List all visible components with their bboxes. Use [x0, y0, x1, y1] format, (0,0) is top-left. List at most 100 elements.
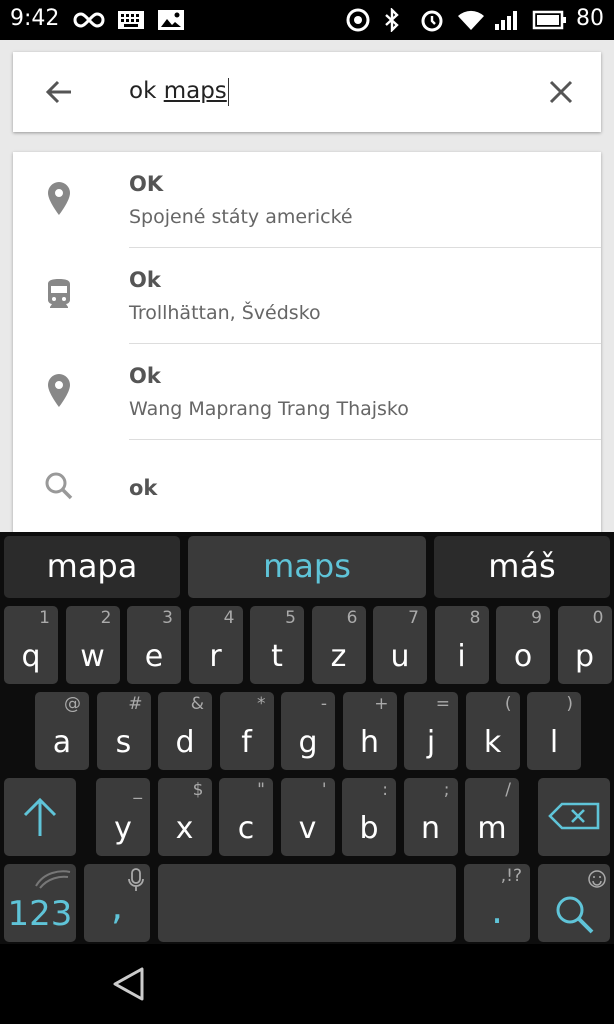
key-j[interactable]: = j [404, 692, 458, 770]
key-label: s [115, 725, 132, 760]
key-alt-label: ( [504, 694, 512, 714]
nav-back-icon[interactable] [110, 966, 146, 1002]
backspace-key[interactable] [538, 778, 610, 856]
arrow-up-icon [23, 797, 57, 836]
key-u[interactable]: 7u [373, 606, 427, 684]
key-label: j [426, 725, 436, 760]
key-alt-label: / [505, 780, 511, 800]
key-label: d [175, 725, 195, 760]
key-i[interactable]: 8i [434, 606, 489, 684]
suggestion-item[interactable]: ok [13, 440, 601, 532]
signal-icon [495, 11, 517, 30]
key-label: f [241, 725, 252, 760]
word-suggestion-selected[interactable]: maps [188, 536, 426, 598]
key-q[interactable]: 1q [4, 606, 58, 684]
key-label: y [114, 811, 132, 846]
query-composing-text: maps [163, 78, 227, 104]
key-b[interactable]: :b [342, 778, 396, 856]
suggestion-subtitle: Wang Maprang Trang Thajsko [129, 398, 409, 420]
key-p[interactable]: 0p [557, 606, 612, 684]
period-key-label: . [490, 888, 504, 932]
close-icon[interactable] [545, 76, 577, 108]
key-label: n [420, 811, 440, 846]
battery-percent: 80 [576, 6, 604, 31]
key-d[interactable]: & d [158, 692, 212, 770]
key-n[interactable]: ; n [403, 778, 458, 856]
word-suggestion[interactable]: mapa [4, 536, 180, 598]
infinity-icon [73, 12, 105, 28]
place-icon [48, 374, 70, 407]
search-key[interactable] [538, 864, 610, 942]
comma-key[interactable]: , [84, 864, 150, 942]
suggestion-title: OK [129, 172, 164, 196]
key-label: z [330, 639, 347, 674]
key-v[interactable]: ' v [280, 778, 335, 856]
key-r[interactable]: 4r [188, 606, 243, 684]
key-k[interactable]: (k [465, 692, 520, 770]
numbers-key[interactable]: 123 [4, 864, 76, 942]
key-alt-label: ' [321, 780, 327, 800]
key-f[interactable]: * f [219, 692, 274, 770]
key-label: a [52, 725, 72, 760]
key-label: k [483, 725, 502, 760]
search-input[interactable]: ok maps [129, 74, 229, 108]
keyboard-icon [118, 11, 144, 29]
status-time: 9:42 [10, 6, 60, 31]
bluetooth-icon [385, 8, 399, 32]
keyboard: mapa maps máš 1q2w3e4r5t6z7u8i9o0p @ a # s &… [0, 532, 614, 944]
status-bar: 9:42 80 [0, 0, 614, 40]
search-icon [45, 472, 73, 500]
key-h[interactable]: + h [342, 692, 397, 770]
word-suggestion[interactable]: máš [434, 536, 610, 598]
suggestion-item[interactable]: Ok Trollhättan, Švédsko [13, 248, 601, 344]
period-key[interactable]: ,!? . [464, 864, 530, 942]
key-alt-label: 2 [100, 608, 112, 628]
emoji-icon [588, 870, 606, 888]
key-label: r [209, 639, 222, 674]
nfc-icon [346, 8, 370, 32]
key-alt-label: 5 [285, 608, 296, 628]
key-e[interactable]: 3e [127, 606, 181, 684]
key-w[interactable]: 2w [65, 606, 120, 684]
key-g[interactable]: -g [281, 692, 335, 770]
suggestion-title: Ok [129, 268, 161, 292]
train-icon [48, 279, 70, 308]
key-alt-label: & [190, 694, 204, 714]
key-label: h [359, 725, 379, 760]
key-alt-label: - [320, 694, 327, 714]
shift-key[interactable] [4, 778, 76, 856]
key-o[interactable]: 9o [496, 606, 550, 684]
key-alt-label: ; [443, 780, 450, 800]
key-label: c [237, 811, 255, 846]
key-label: l [549, 725, 559, 760]
numbers-key-label: 123 [7, 894, 73, 934]
key-label: i [457, 639, 466, 674]
key-alt-label: 8 [469, 608, 481, 628]
space-key[interactable] [158, 864, 456, 942]
key-m[interactable]: / m [465, 778, 519, 856]
key-l[interactable]: ) l [527, 692, 581, 770]
key-alt-label: # [128, 694, 143, 714]
alarm-icon [421, 10, 443, 32]
period-key-alt: ,!? [500, 866, 522, 886]
key-label: t [271, 639, 283, 674]
arrow-back-icon[interactable] [41, 74, 77, 110]
key-label: v [298, 811, 317, 846]
key-c[interactable]: " c [219, 778, 273, 856]
key-s[interactable]: # s [96, 692, 151, 770]
search-bar: ok maps [13, 52, 601, 132]
key-t[interactable]: 5t [250, 606, 304, 684]
suggestion-item[interactable]: Ok Wang Maprang Trang Thajsko [13, 344, 601, 440]
key-a[interactable]: @ a [35, 692, 89, 770]
suggestion-subtitle: Spojené státy americké [129, 206, 353, 228]
swiftkey-logo-icon [35, 870, 71, 889]
key-label: w [80, 639, 105, 674]
key-x[interactable]: $ x [157, 778, 212, 856]
key-z[interactable]: 6z [311, 606, 366, 684]
backspace-icon [548, 802, 600, 830]
key-y[interactable]: _ y [96, 778, 150, 856]
key-label: b [359, 811, 379, 846]
image-icon [158, 10, 184, 30]
suggestion-item[interactable]: OK Spojené státy americké [13, 152, 601, 248]
comma-key-label: , [110, 884, 124, 928]
